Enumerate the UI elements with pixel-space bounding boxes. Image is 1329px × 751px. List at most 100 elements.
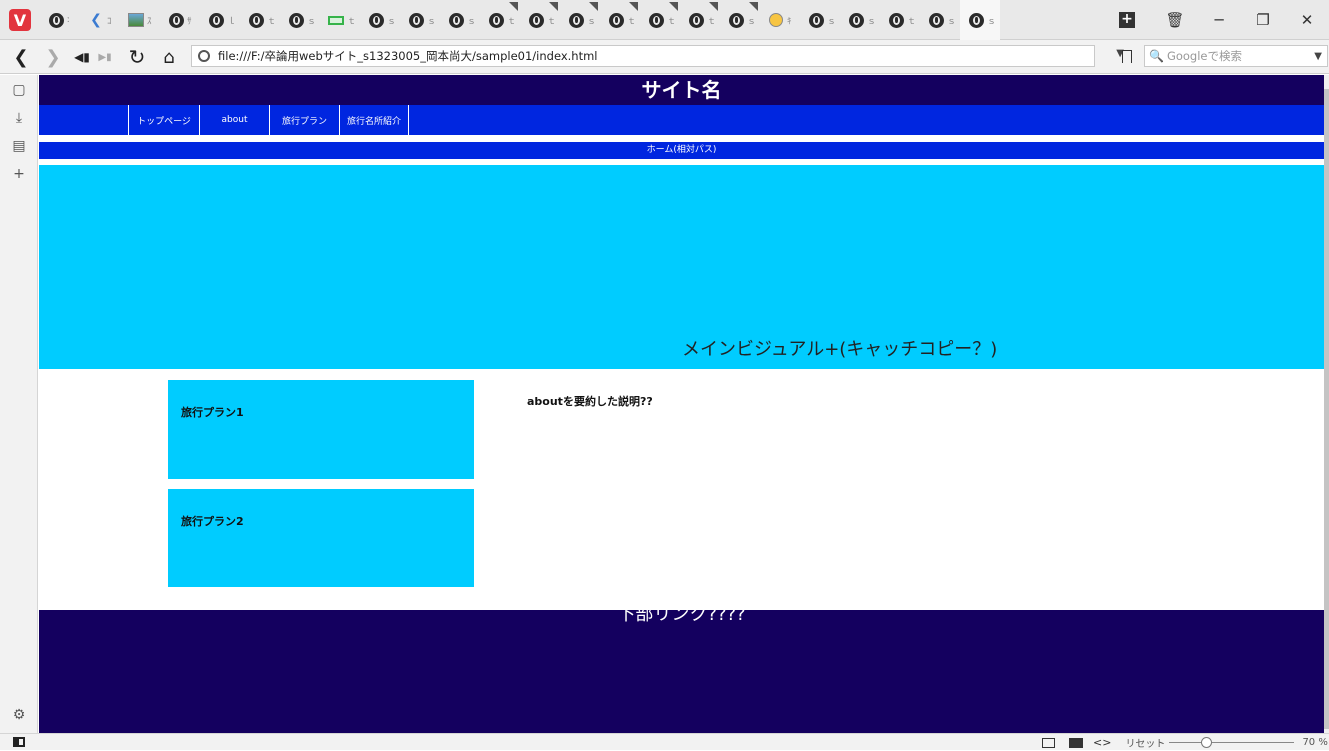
plan-card-2[interactable]: 旅行プラン2 xyxy=(168,489,474,587)
globe-icon xyxy=(648,12,664,28)
bird-icon: ❮ xyxy=(90,12,102,28)
forward-button[interactable]: ❯ xyxy=(40,40,66,74)
tab-16[interactable]: ｔ xyxy=(640,0,680,40)
scrollbar-thumb[interactable] xyxy=(1324,89,1329,729)
tab-label: ｓ xyxy=(387,16,397,27)
tab-label: ｓ xyxy=(747,16,757,27)
maximize-button[interactable]: ❐ xyxy=(1241,0,1285,40)
zoom-knob[interactable] xyxy=(1201,737,1213,748)
rect-icon xyxy=(328,12,344,28)
nav-item-top[interactable]: トップページ xyxy=(128,105,199,135)
globe-icon xyxy=(48,12,64,28)
tab-14[interactable]: ｓ xyxy=(560,0,600,40)
search-input[interactable] xyxy=(1166,49,1307,63)
globe-icon xyxy=(528,12,544,28)
about-summary: aboutを要約した説明?? xyxy=(527,395,653,408)
tab-label: ｔ xyxy=(267,16,277,27)
tab-6[interactable]: ｔ xyxy=(240,0,280,40)
globe-icon xyxy=(928,12,944,28)
tab-label: ｻ xyxy=(187,16,192,27)
bookmark-outline-icon: ▢ xyxy=(12,82,26,98)
downloads-panel-button[interactable]: ⤓ xyxy=(0,105,38,131)
tab-label: ｓ xyxy=(987,16,997,27)
tab-21[interactable]: ｓ xyxy=(840,0,880,40)
tab-label: ｔ xyxy=(667,16,677,27)
tab-4[interactable]: ｻ xyxy=(160,0,200,40)
search-dropdown-icon[interactable]: ▼ xyxy=(1314,51,1322,62)
close-button[interactable]: ✕ xyxy=(1285,0,1329,40)
nav-item-about[interactable]: about xyxy=(199,105,269,135)
tab-label: ｓ xyxy=(307,16,317,27)
zoom-slider[interactable] xyxy=(1169,734,1295,751)
tab-10[interactable]: ｓ xyxy=(400,0,440,40)
main-visual: メインビジュアル+(キャッチコピー？) xyxy=(39,165,1324,369)
tab-label: ｔ xyxy=(907,16,917,27)
tab-11[interactable]: ｓ xyxy=(440,0,480,40)
tab-22[interactable]: ｔ xyxy=(880,0,920,40)
status-controls: <> リセット 70 % xyxy=(1042,734,1328,751)
globe-icon xyxy=(728,12,744,28)
rewind-icon: ◀▮ xyxy=(74,50,90,64)
download-icon: ⤓ xyxy=(15,110,23,126)
settings-button[interactable]: ⚙ xyxy=(0,702,38,728)
tab-17[interactable]: ｔ xyxy=(680,0,720,40)
notes-panel-button[interactable]: ▤ xyxy=(0,133,38,159)
add-panel-button[interactable]: + xyxy=(0,161,38,187)
tab-5[interactable]: ｌ xyxy=(200,0,240,40)
nav-item-plan[interactable]: 旅行プラン xyxy=(269,105,339,135)
fast-forward-icon: ▶▮ xyxy=(98,51,112,63)
tab-15[interactable]: ｔ xyxy=(600,0,640,40)
tab-23[interactable]: ｓ xyxy=(920,0,960,40)
home-button[interactable]: ⌂ xyxy=(156,40,182,74)
back-button[interactable]: ❮ xyxy=(8,40,34,74)
tab-8[interactable]: ｔ xyxy=(320,0,360,40)
tab-strip: V ː ❮ ｺｽｻ ｌ ｔ ｓ ｔ ｓ ｓ ｓ ｔ ｔ ｓ ｔ ｔ ｔ ｓ ｷ ｓ ｓ ｔ ｓ ｓ xyxy=(0,0,1000,40)
tab-18[interactable]: ｓ xyxy=(720,0,760,40)
globe-icon xyxy=(288,12,304,28)
window-controls: 🗑 ─ ❐ ✕ xyxy=(1153,0,1329,40)
tab-24[interactable]: ｓ xyxy=(960,0,1000,40)
tab-7[interactable]: ｓ xyxy=(280,0,320,40)
search-field[interactable]: 🔍 ▼ xyxy=(1144,45,1328,67)
fast-forward-button[interactable]: ▶▮ xyxy=(92,40,118,74)
breadcrumb[interactable]: ホーム(相対パス) xyxy=(39,142,1324,159)
footer-links[interactable]: 下部リンク???? xyxy=(39,610,1324,626)
image-toggle-icon[interactable] xyxy=(1069,737,1083,748)
site-info-icon[interactable] xyxy=(198,50,210,62)
plan-card-1[interactable]: 旅行プラン1 xyxy=(168,380,474,479)
tab-19[interactable]: ｷ xyxy=(760,0,800,40)
panel-toggle-icon[interactable] xyxy=(13,737,25,747)
new-tab-button[interactable]: + xyxy=(1113,0,1141,40)
plus-icon: + xyxy=(13,166,25,182)
tab-9[interactable]: ｓ xyxy=(360,0,400,40)
catch-copy: メインビジュアル+(キャッチコピー？) xyxy=(682,339,998,360)
nav-item-spots[interactable]: 旅行名所紹介 xyxy=(339,105,409,135)
tab-13[interactable]: ｔ xyxy=(520,0,560,40)
tab-label: ｌ xyxy=(227,16,237,27)
url-field[interactable]: file:///F:/卒論用webサイト_s1323005_岡本尚大/sampl… xyxy=(191,45,1124,67)
globe-icon xyxy=(248,12,264,28)
trash-button[interactable]: 🗑 xyxy=(1153,0,1197,40)
image-icon xyxy=(128,12,144,28)
bookmarks-panel-button[interactable]: ▢ xyxy=(0,77,38,103)
tab-12[interactable]: ｔ xyxy=(480,0,520,40)
zoom-reset-button[interactable]: リセット xyxy=(1125,735,1165,750)
bookmark-button[interactable] xyxy=(1119,46,1135,66)
reload-button[interactable]: ↻ xyxy=(124,40,150,74)
tab-1[interactable]: ː xyxy=(40,0,80,40)
face-icon xyxy=(768,12,784,28)
globe-icon xyxy=(968,12,984,28)
tab-2[interactable]: ❮ ｺ xyxy=(80,0,120,40)
code-icon[interactable]: <> xyxy=(1093,736,1111,749)
tab-label: ｽ xyxy=(147,16,152,27)
globe-icon xyxy=(888,12,904,28)
tab-bar: V ː ❮ ｺｽｻ ｌ ｔ ｓ ｔ ｓ ｓ ｓ ｔ ｔ ｓ ｔ ｔ ｔ ｓ ｷ ｓ ｓ ｔ ｓ ｓ + 🗑 ─ ❐ ✕ xyxy=(0,0,1329,40)
tile-icon[interactable] xyxy=(1042,737,1055,748)
page-scrollbar[interactable] xyxy=(1324,75,1329,733)
tab-3[interactable]: ｽ xyxy=(120,0,160,40)
minimize-button[interactable]: ─ xyxy=(1197,0,1241,40)
tab-label: ｓ xyxy=(867,16,877,27)
tab-20[interactable]: ｓ xyxy=(800,0,840,40)
vivaldi-menu-button[interactable]: V xyxy=(0,0,40,40)
globe-icon xyxy=(808,12,824,28)
